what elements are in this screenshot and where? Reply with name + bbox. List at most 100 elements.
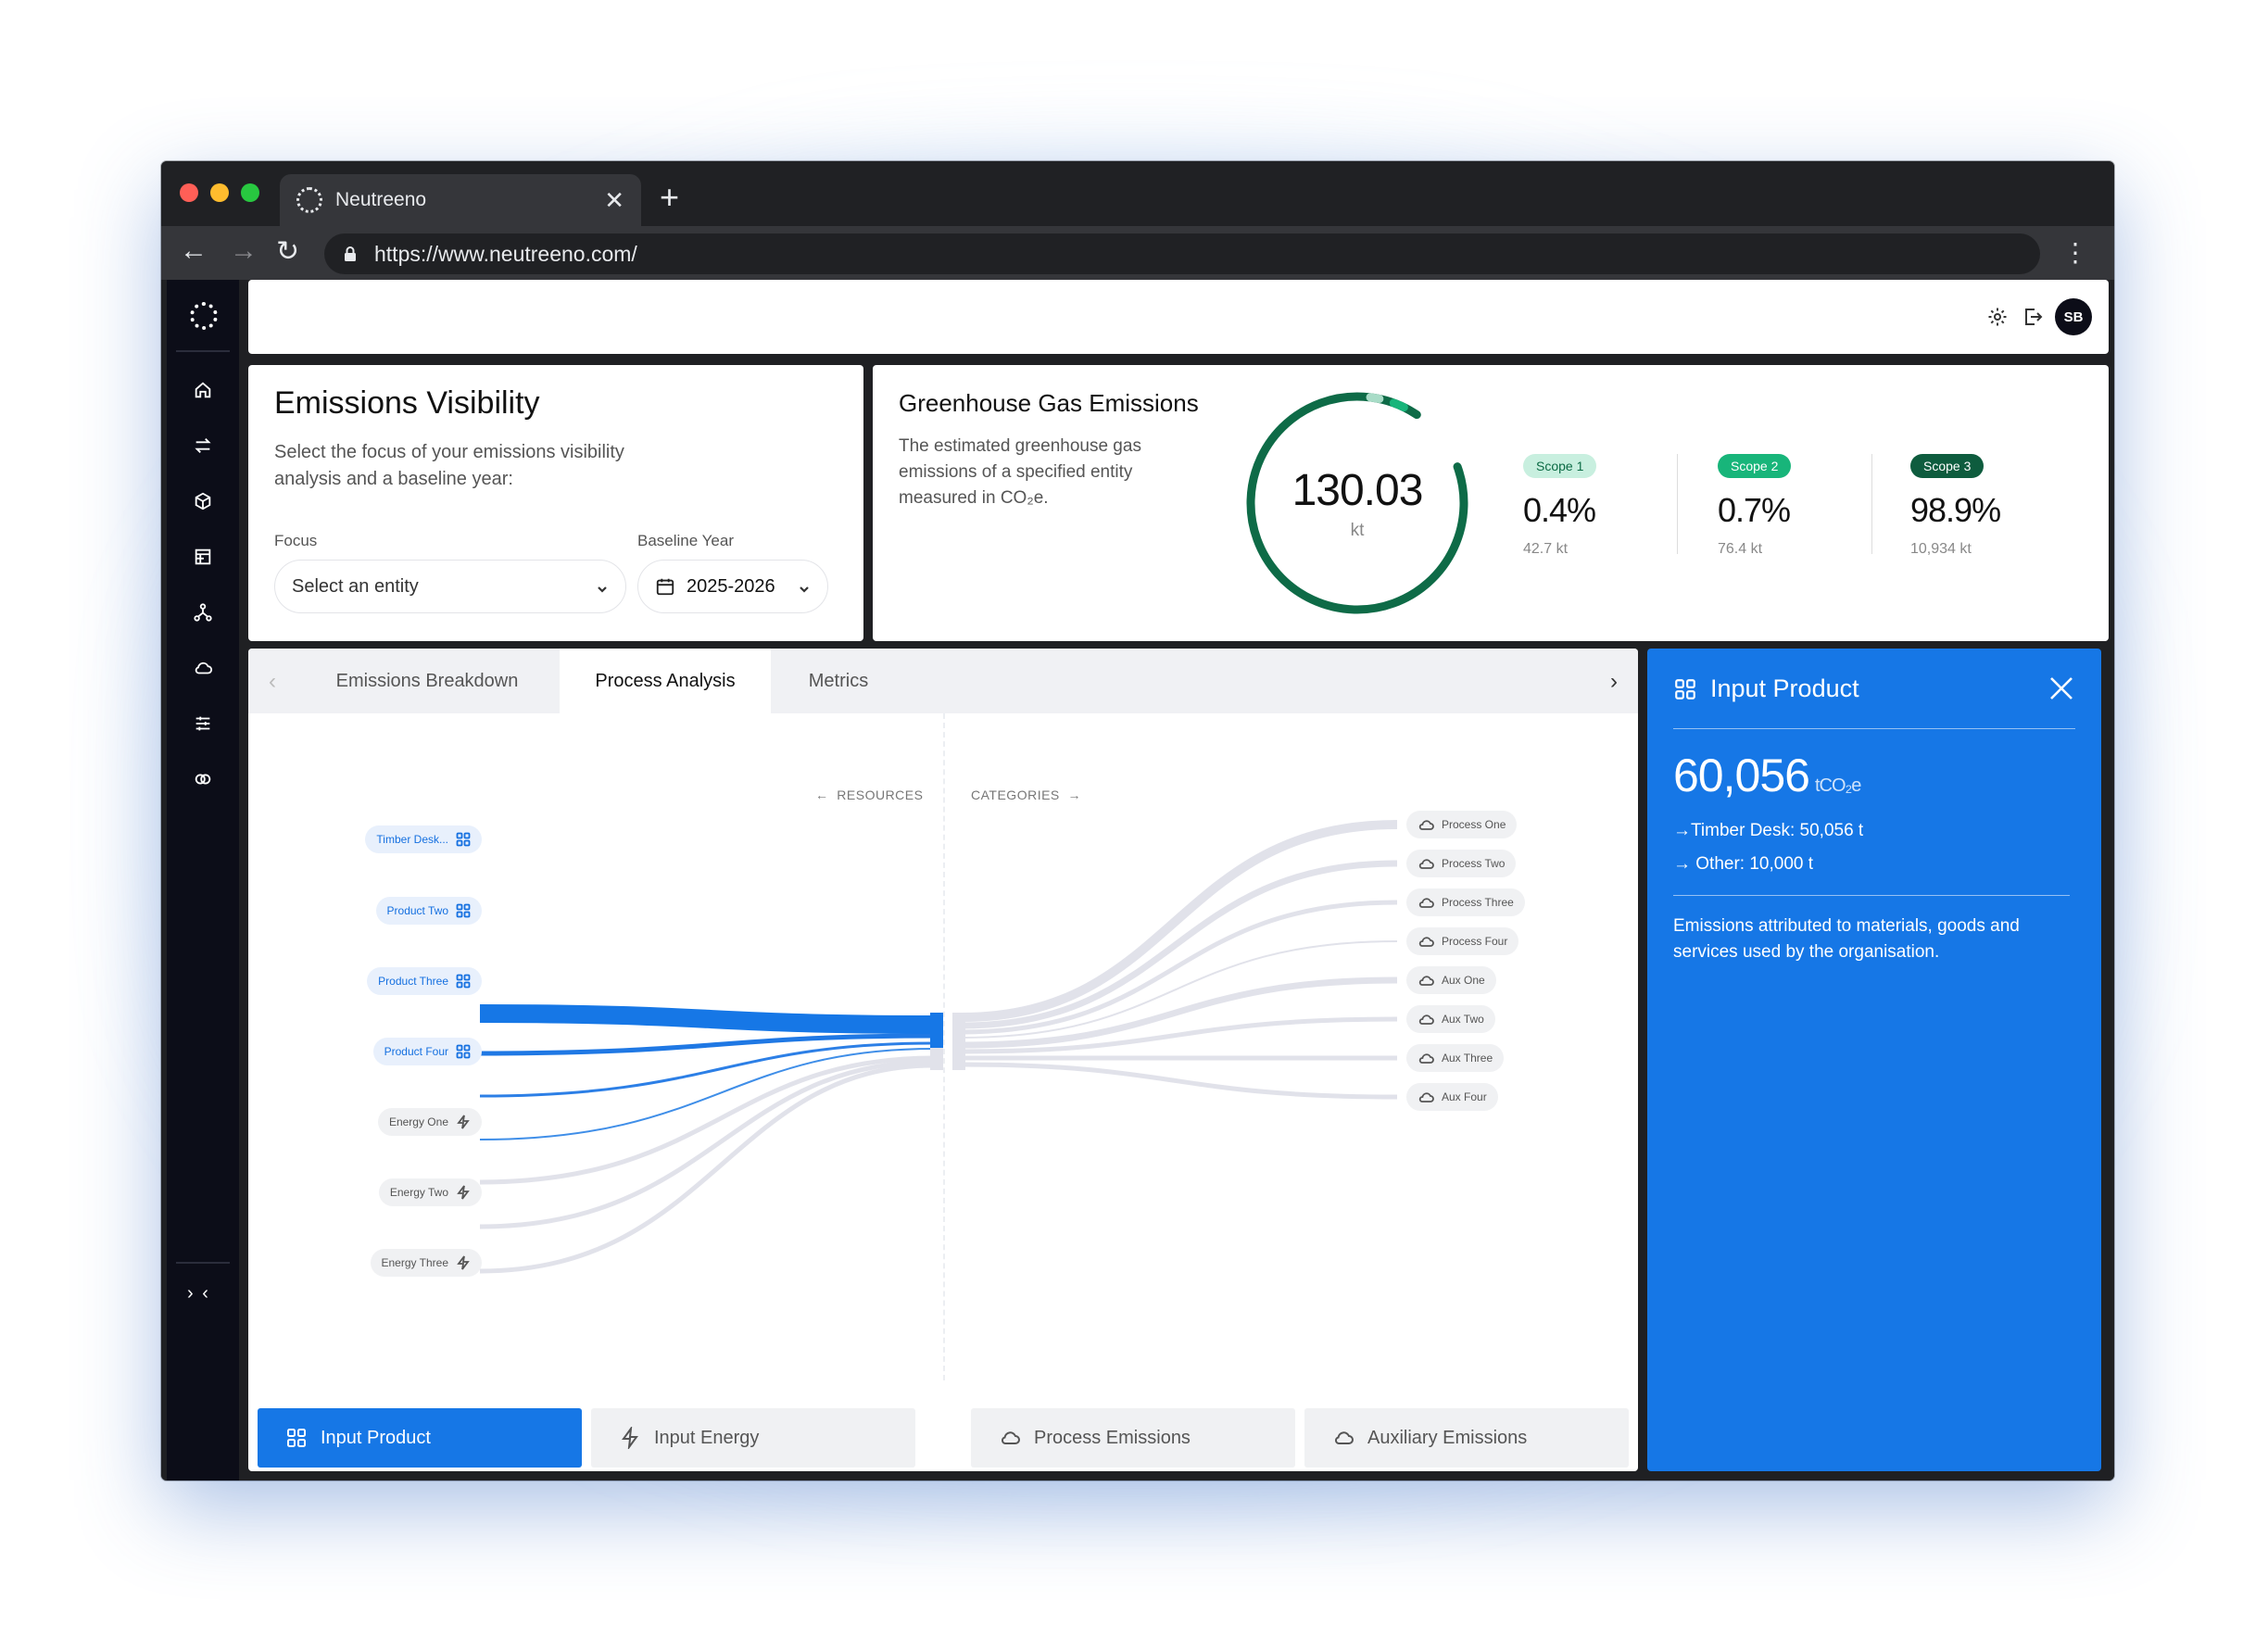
scope-divider <box>1677 454 1678 554</box>
resource-pill-product-four[interactable]: Product Four <box>372 1038 482 1065</box>
detail-breakdown-line: →Timber Desk: 50,056 t <box>1673 821 1864 840</box>
cloud-icon[interactable] <box>191 656 215 680</box>
reload-icon[interactable]: ↻ <box>276 235 299 268</box>
category-pill-process-two[interactable]: Process Two <box>1406 850 1517 877</box>
visibility-title: Emissions Visibility <box>274 385 540 421</box>
flow-aux-four[interactable] <box>961 1062 1398 1100</box>
user-avatar[interactable]: SB <box>2055 298 2092 335</box>
network-icon[interactable] <box>191 600 215 624</box>
detail-divider <box>1673 728 2075 729</box>
scope-divider <box>1871 454 1872 554</box>
resource-label: Product Four <box>384 1045 448 1058</box>
ghg-description: The estimated greenhouse gas emissions o… <box>899 436 1141 508</box>
tab-emissions-breakdown[interactable]: Emissions Breakdown <box>295 649 560 713</box>
back-icon[interactable]: ← <box>180 235 208 267</box>
auxiliary-emissions-button[interactable]: Auxiliary Emissions <box>1304 1408 1629 1468</box>
cloud-icon <box>1334 1431 1354 1444</box>
tabs-next-icon[interactable]: › <box>1610 669 1618 695</box>
grid-icon <box>456 974 471 989</box>
table-edit-icon[interactable] <box>191 545 215 569</box>
detail-value-unit: tCO₂e <box>1814 775 1861 796</box>
category-label: Aux One <box>1442 974 1485 987</box>
baseline-year-value: 2025-2026 <box>687 575 775 597</box>
settings-gear-icon[interactable] <box>1986 306 2009 328</box>
grid-icon <box>287 1429 306 1447</box>
tab-metrics[interactable]: Metrics <box>771 649 906 713</box>
tab-process-analysis[interactable]: Process Analysis <box>560 649 771 713</box>
box-icon[interactable] <box>191 489 215 513</box>
input-product-button[interactable]: Input Product <box>258 1408 582 1468</box>
logout-icon[interactable] <box>2022 306 2044 328</box>
logo-icon[interactable] <box>190 302 218 330</box>
resource-label: Energy Two <box>389 1186 448 1199</box>
tabs-prev-icon[interactable]: ‹ <box>269 669 276 695</box>
tab-close-icon[interactable]: ✕ <box>604 186 624 215</box>
transfer-icon[interactable] <box>191 434 215 458</box>
flow-process-four[interactable] <box>961 940 1398 1039</box>
forward-icon[interactable]: → <box>230 235 258 267</box>
browser-menu-icon[interactable]: ⋮ <box>2062 237 2088 268</box>
resource-pill-product-two[interactable]: Product Two <box>375 897 482 925</box>
category-label: Aux Two <box>1442 1013 1484 1026</box>
category-label: Process Four <box>1442 935 1508 948</box>
resource-label: Timber Desk... <box>376 833 448 846</box>
resource-pill-energy-three[interactable]: Energy Three <box>370 1249 482 1277</box>
window-controls <box>180 183 259 202</box>
sidebar: › ‹ <box>167 280 239 1480</box>
flow-timber-desk[interactable] <box>479 1004 935 1034</box>
flow-energy-three[interactable] <box>479 1063 935 1274</box>
resource-pill-timber-desk[interactable]: Timber Desk... <box>365 825 482 853</box>
category-pill-process-four[interactable]: Process Four <box>1406 927 1519 955</box>
chevron-down-icon <box>798 580 811 593</box>
address-bar[interactable]: https://www.neutreeno.com/ <box>324 233 2040 274</box>
category-pill-aux-three[interactable]: Aux Three <box>1406 1044 1505 1072</box>
resource-pill-product-three[interactable]: Product Three <box>367 967 482 995</box>
scope-2-pct: 0.7% <box>1718 491 1791 529</box>
browser-tab[interactable]: Neutreeno ✕ <box>280 174 641 226</box>
category-label: Process Three <box>1442 896 1514 909</box>
category-pill-aux-one[interactable]: Aux One <box>1406 966 1496 994</box>
favicon-icon <box>296 187 322 213</box>
minimize-window-button[interactable] <box>210 183 229 202</box>
resource-node-blue <box>930 1013 943 1048</box>
grid-icon <box>456 1044 471 1059</box>
cloud-icon <box>1418 859 1434 869</box>
link-rings-icon[interactable] <box>191 767 215 791</box>
visibility-description: Select the focus of your emissions visib… <box>274 442 624 489</box>
close-window-button[interactable] <box>180 183 198 202</box>
button-label: Auxiliary Emissions <box>1367 1427 1528 1448</box>
expand-sidebar-icon[interactable]: › ‹ <box>187 1283 210 1304</box>
bolt-icon <box>457 1115 470 1129</box>
close-icon[interactable] <box>2048 674 2075 702</box>
home-icon[interactable] <box>191 378 215 402</box>
focus-select[interactable]: Select an entity <box>274 560 626 613</box>
flow-aux-two[interactable] <box>961 1016 1398 1054</box>
input-energy-button[interactable]: Input Energy <box>591 1408 915 1468</box>
sliders-icon[interactable] <box>191 712 215 736</box>
ghg-title: Greenhouse Gas Emissions <box>899 389 1199 417</box>
calendar-icon <box>656 578 674 596</box>
resource-label: Energy One <box>388 1115 448 1128</box>
browser-titlebar: Neutreeno ✕ + <box>161 161 2114 226</box>
new-tab-icon[interactable]: + <box>660 178 679 217</box>
category-pill-process-three[interactable]: Process Three <box>1406 888 1525 916</box>
scope-2-badge: Scope 2 <box>1718 454 1792 478</box>
flow-energy-two[interactable] <box>479 1059 935 1229</box>
category-pill-aux-two[interactable]: Aux Two <box>1406 1005 1495 1033</box>
category-pill-process-one[interactable]: Process One <box>1406 811 1518 838</box>
resource-label: Energy Three <box>381 1256 449 1269</box>
detail-value: 60,056 tCO₂e <box>1673 749 1861 802</box>
url-text: https://www.neutreeno.com/ <box>374 241 637 266</box>
bolt-icon <box>457 1255 470 1270</box>
process-emissions-button[interactable]: Process Emissions <box>971 1408 1295 1468</box>
total-emissions-unit: kt <box>1350 521 1365 540</box>
detail-value-number: 60,056 <box>1673 750 1810 801</box>
baseline-year-select[interactable]: 2025-2026 <box>637 560 828 613</box>
resource-pill-energy-one[interactable]: Energy One <box>377 1108 482 1136</box>
category-pill-aux-four[interactable]: Aux Four <box>1406 1083 1498 1111</box>
maximize-window-button[interactable] <box>241 183 259 202</box>
scope-1-badge: Scope 1 <box>1523 454 1597 478</box>
resource-pill-energy-two[interactable]: Energy Two <box>378 1178 482 1206</box>
sidebar-divider <box>176 350 230 352</box>
scope-3-pct: 98.9% <box>1910 491 2001 529</box>
